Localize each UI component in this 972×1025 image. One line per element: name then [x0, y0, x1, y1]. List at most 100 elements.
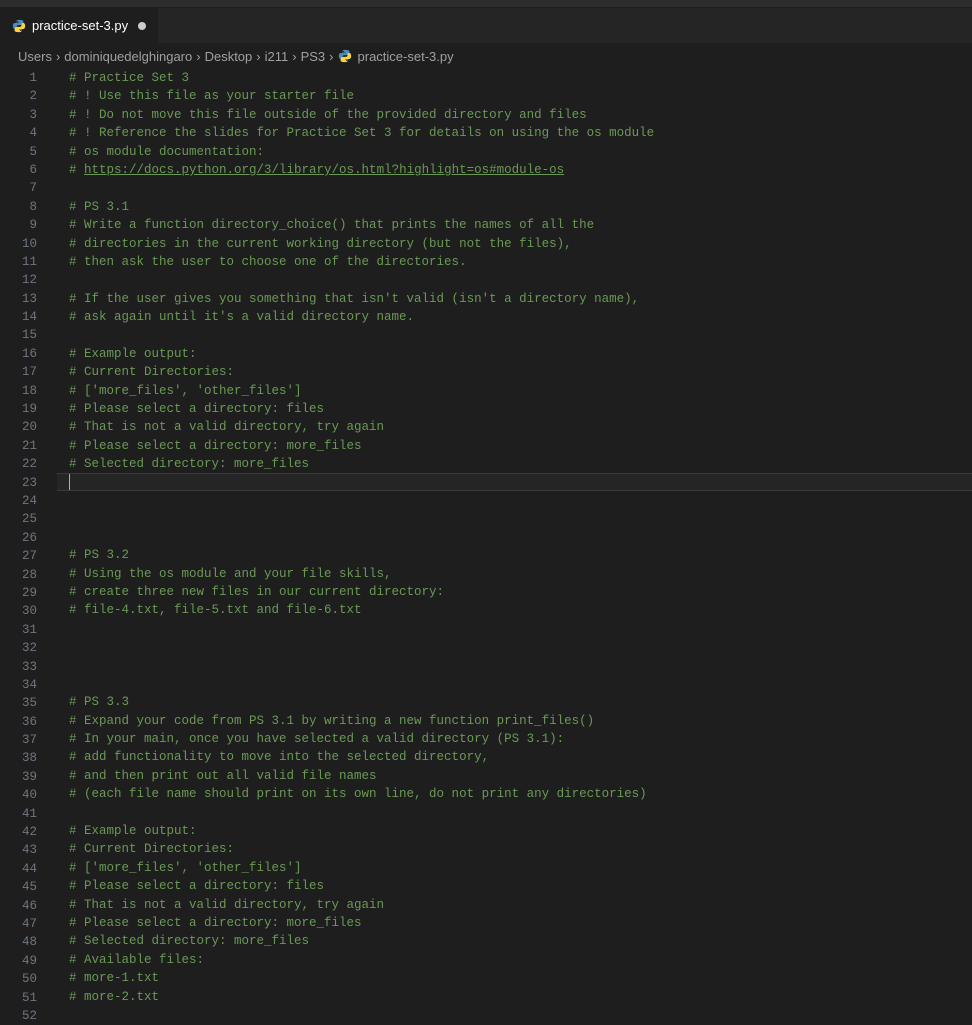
python-file-icon [12, 19, 26, 33]
line-number: 30 [0, 602, 37, 620]
code-line[interactable] [57, 1006, 972, 1024]
code-line[interactable]: # Write a function directory_choice() th… [57, 216, 972, 234]
code-content[interactable]: # Practice Set 3# ! Use this file as you… [57, 69, 972, 1025]
code-line[interactable] [57, 179, 972, 197]
code-line[interactable]: # ask again until it's a valid directory… [57, 308, 972, 326]
tab-bar: practice-set-3.py [0, 8, 972, 43]
line-number: 10 [0, 235, 37, 253]
code-line[interactable]: # Using the os module and your file skil… [57, 565, 972, 583]
code-line[interactable]: # ! Use this file as your starter file [57, 87, 972, 105]
chevron-right-icon: › [292, 49, 296, 64]
line-number: 20 [0, 418, 37, 436]
line-number: 36 [0, 713, 37, 731]
code-line[interactable]: # Current Directories: [57, 363, 972, 381]
code-line[interactable]: # more-2.txt [57, 988, 972, 1006]
code-line[interactable]: # Current Directories: [57, 840, 972, 858]
line-number: 50 [0, 970, 37, 988]
crumb-i211[interactable]: i211 [265, 49, 289, 64]
code-line[interactable]: # Please select a directory: more_files [57, 437, 972, 455]
window-topbar [0, 0, 972, 8]
chevron-right-icon: › [329, 49, 333, 64]
code-line[interactable]: # If the user gives you something that i… [57, 290, 972, 308]
line-number: 21 [0, 437, 37, 455]
editor-area[interactable]: 1234567891011121314151617181920212223242… [0, 69, 972, 1025]
code-line[interactable]: # Expand your code from PS 3.1 by writin… [57, 712, 972, 730]
code-line[interactable]: # Practice Set 3 [57, 69, 972, 87]
line-number: 17 [0, 363, 37, 381]
line-number: 38 [0, 749, 37, 767]
code-line[interactable] [57, 620, 972, 638]
code-line[interactable]: # In your main, once you have selected a… [57, 730, 972, 748]
code-line[interactable] [57, 491, 972, 509]
code-line[interactable]: # Selected directory: more_files [57, 932, 972, 950]
code-line[interactable]: # and then print out all valid file name… [57, 767, 972, 785]
code-line[interactable] [57, 271, 972, 289]
code-line[interactable] [57, 473, 972, 491]
line-number: 52 [0, 1007, 37, 1025]
crumb-ps3[interactable]: PS3 [301, 49, 326, 64]
line-number: 9 [0, 216, 37, 234]
code-line[interactable]: # Please select a directory: more_files [57, 914, 972, 932]
line-number: 34 [0, 676, 37, 694]
tab-label: practice-set-3.py [32, 18, 128, 33]
line-number: 27 [0, 547, 37, 565]
code-line[interactable]: # PS 3.1 [57, 198, 972, 216]
code-line[interactable]: # then ask the user to choose one of the… [57, 253, 972, 271]
line-number: 8 [0, 198, 37, 216]
code-line[interactable]: # file-4.txt, file-5.txt and file-6.txt [57, 601, 972, 619]
code-line[interactable]: # Selected directory: more_files [57, 455, 972, 473]
line-number: 39 [0, 768, 37, 786]
code-line[interactable]: # PS 3.2 [57, 546, 972, 564]
code-line[interactable] [57, 326, 972, 344]
crumb-users[interactable]: Users [18, 49, 52, 64]
line-number: 29 [0, 584, 37, 602]
line-number: 4 [0, 124, 37, 142]
code-line[interactable] [57, 804, 972, 822]
code-line[interactable]: # Please select a directory: files [57, 877, 972, 895]
code-line[interactable]: # https://docs.python.org/3/library/os.h… [57, 161, 972, 179]
code-line[interactable] [57, 509, 972, 527]
code-line[interactable]: # ! Reference the slides for Practice Se… [57, 124, 972, 142]
code-line[interactable]: # (each file name should print on its ow… [57, 785, 972, 803]
code-line[interactable]: # ['more_files', 'other_files'] [57, 859, 972, 877]
code-line[interactable] [57, 528, 972, 546]
line-number: 13 [0, 290, 37, 308]
crumb-desktop[interactable]: Desktop [205, 49, 253, 64]
line-number: 28 [0, 566, 37, 584]
line-number: 37 [0, 731, 37, 749]
code-line[interactable]: # more-1.txt [57, 969, 972, 987]
code-line[interactable]: # ['more_files', 'other_files'] [57, 382, 972, 400]
code-line[interactable]: # os module documentation: [57, 143, 972, 161]
line-number: 23 [0, 474, 37, 492]
code-line[interactable]: # PS 3.3 [57, 693, 972, 711]
line-number: 47 [0, 915, 37, 933]
code-line[interactable]: # directories in the current working dir… [57, 235, 972, 253]
line-number: 15 [0, 326, 37, 344]
line-number: 49 [0, 952, 37, 970]
crumb-file[interactable]: practice-set-3.py [358, 49, 454, 64]
line-number: 31 [0, 621, 37, 639]
line-number: 44 [0, 860, 37, 878]
code-line[interactable]: # That is not a valid directory, try aga… [57, 896, 972, 914]
code-line[interactable]: # Available files: [57, 951, 972, 969]
code-line[interactable] [57, 657, 972, 675]
line-number: 46 [0, 897, 37, 915]
line-number: 18 [0, 382, 37, 400]
code-line[interactable]: # ! Do not move this file outside of the… [57, 106, 972, 124]
code-line[interactable]: # Example output: [57, 345, 972, 363]
code-line[interactable]: # add functionality to move into the sel… [57, 748, 972, 766]
line-number: 35 [0, 694, 37, 712]
code-line[interactable]: # Please select a directory: files [57, 400, 972, 418]
crumb-user[interactable]: dominiquedelghingaro [64, 49, 192, 64]
code-line[interactable]: # That is not a valid directory, try aga… [57, 418, 972, 436]
breadcrumb[interactable]: Users › dominiquedelghingaro › Desktop ›… [0, 43, 972, 69]
code-line[interactable] [57, 638, 972, 656]
code-line[interactable]: # create three new files in our current … [57, 583, 972, 601]
line-number: 2 [0, 87, 37, 105]
code-line[interactable] [57, 675, 972, 693]
code-line[interactable]: # Example output: [57, 822, 972, 840]
tab-practice-set-3[interactable]: practice-set-3.py [0, 8, 159, 43]
python-file-icon [338, 49, 352, 63]
line-number: 24 [0, 492, 37, 510]
line-number: 26 [0, 529, 37, 547]
